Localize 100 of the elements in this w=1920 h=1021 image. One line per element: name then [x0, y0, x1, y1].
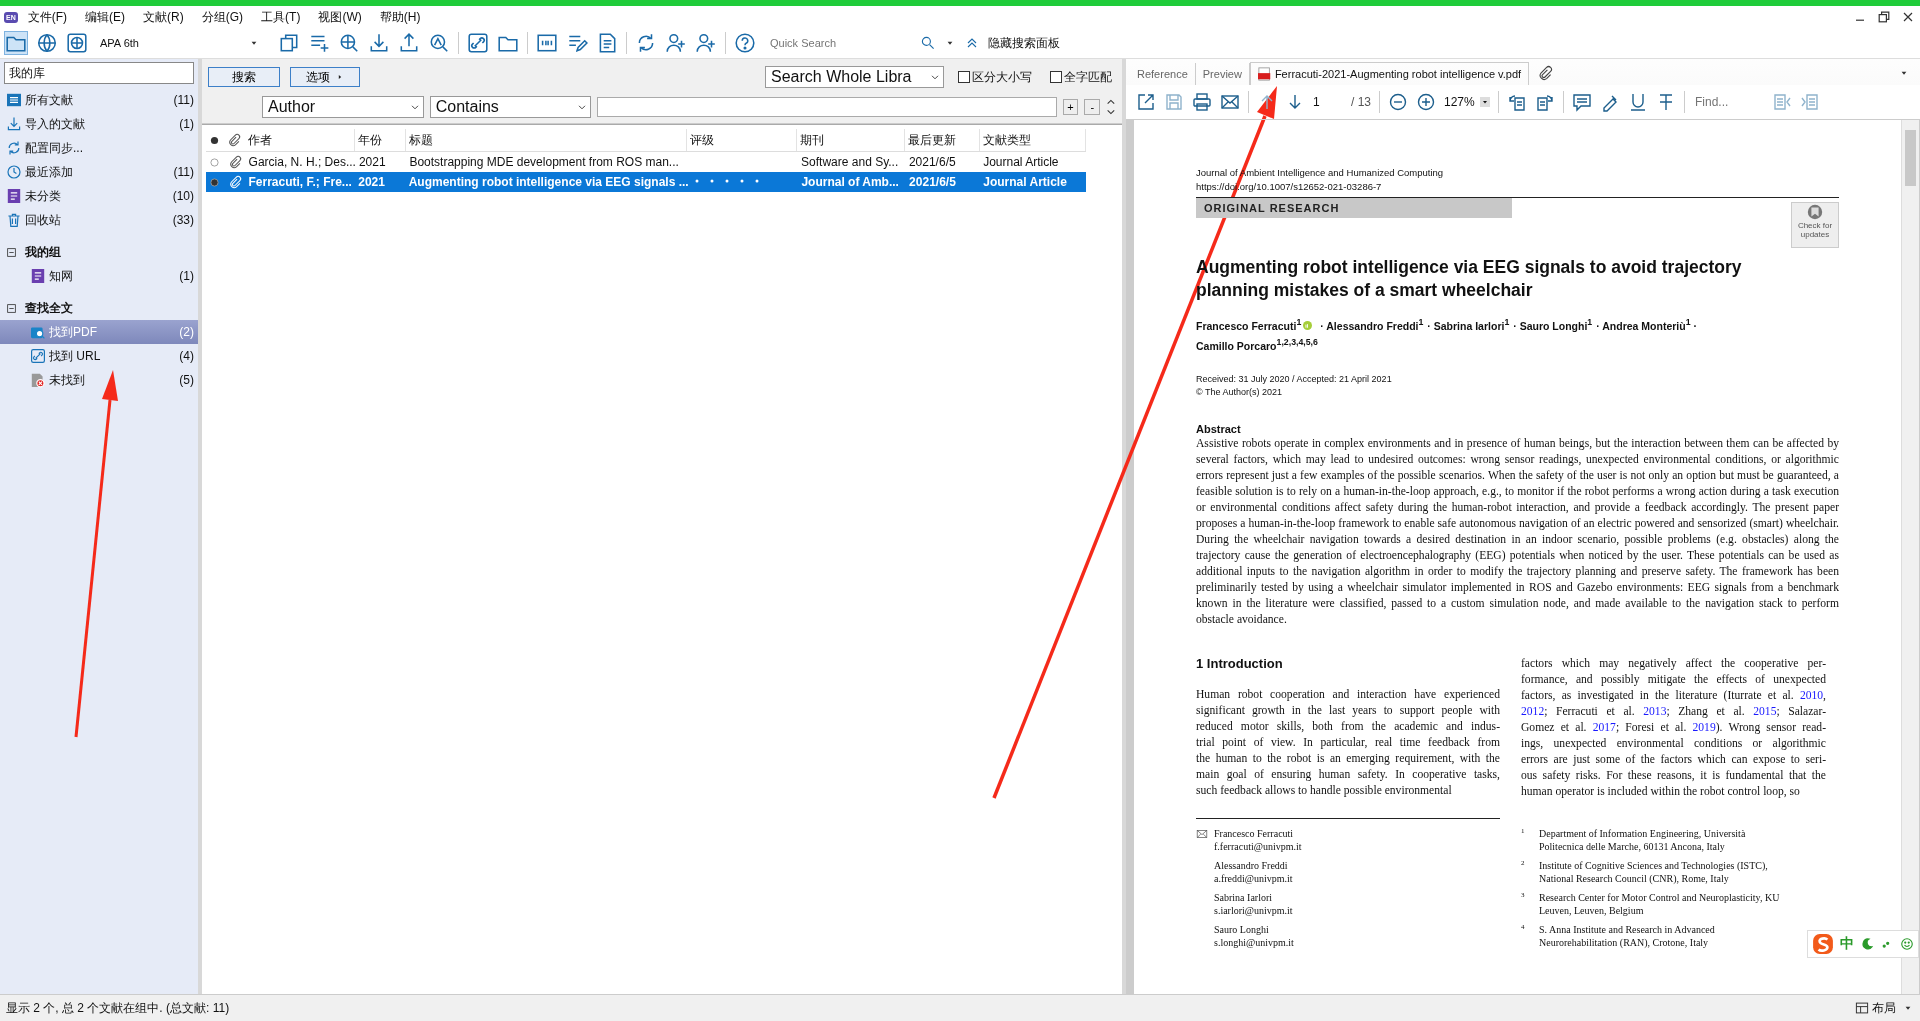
page-number-field[interactable]: 1	[1313, 95, 1343, 109]
tab[interactable]: Preview	[1195, 63, 1250, 85]
link-icon	[30, 348, 46, 364]
search-term-field[interactable]	[597, 97, 1057, 117]
external-link-icon[interactable]	[1136, 92, 1156, 112]
check-updates-badge[interactable]: Check for updates	[1791, 202, 1839, 248]
globe-icon[interactable]	[36, 32, 58, 54]
emoji-icon[interactable]	[1900, 937, 1914, 951]
comment-icon[interactable]	[1572, 92, 1592, 112]
affiliation-text: Research Center for Motor Control and Neuroplasticity, KU Leuven, Leuven, Belgium	[1539, 891, 1781, 917]
zoom-in-icon[interactable]	[1416, 92, 1436, 112]
sidebar-item[interactable]: 找到 URL (4)	[0, 344, 198, 368]
moon-icon[interactable]	[1860, 937, 1874, 951]
operator-dropdown[interactable]: Contains	[429, 96, 592, 118]
table-cell-text: 2021	[357, 155, 387, 169]
print-icon[interactable]	[1192, 92, 1212, 112]
sidebar-item[interactable]: 最近添加 (11)	[0, 160, 198, 184]
column-header[interactable]: 年份	[355, 129, 407, 151]
table-cell-text: Journal of Amb...	[800, 175, 900, 189]
option-checkbox[interactable]: 区分大小写	[958, 68, 1032, 86]
author-name: · Alessandro Freddi$^{1}$	[1320, 316, 1424, 334]
citation-link[interactable]: 2019	[1692, 721, 1716, 734]
copy-icon[interactable]	[278, 32, 300, 54]
scroll-arrows-icon[interactable]	[1106, 97, 1116, 117]
column-header[interactable]: 标题	[406, 129, 688, 151]
zoom-dropdown[interactable]: 127%	[1444, 95, 1490, 109]
import-icon[interactable]	[368, 32, 390, 54]
options-button[interactable]: 选项	[290, 67, 360, 87]
section-heading: 1 Introduction	[1196, 656, 1284, 672]
collapse-icon[interactable]	[6, 302, 17, 314]
tab[interactable]: Ferracuti-2021-Augmenting robot intelligence v.pdf	[1249, 62, 1530, 85]
page-count: / 13	[1351, 95, 1371, 109]
menu-item[interactable]: 文献(R)	[143, 8, 184, 26]
input-method-logo-icon[interactable]	[1812, 933, 1834, 955]
author-name: · Sabrina Iarlori$^{1}$	[1427, 316, 1510, 334]
style-dropdown[interactable]: APA 6th	[96, 33, 264, 53]
menu-item[interactable]: 视图(W)	[318, 8, 362, 26]
citation-link[interactable]: 2017	[1592, 721, 1616, 734]
underline-icon[interactable]	[1628, 92, 1648, 112]
scope-dropdown[interactable]: Search Whole Libra	[765, 66, 944, 88]
sidebar-item[interactable]: 导入的文献 (1)	[0, 112, 198, 136]
input-mode-toggle[interactable]: 中	[1840, 935, 1854, 953]
menu-item[interactable]: 帮助(H)	[379, 8, 421, 26]
export-icon[interactable]	[398, 32, 420, 54]
sidebar-item[interactable]: 所有文献 (11)	[0, 88, 198, 112]
rotate-right-icon[interactable]	[1535, 92, 1555, 112]
author-name: Francesco Ferracuti	[1214, 827, 1295, 840]
folder-icon[interactable]	[4, 31, 28, 55]
layout-button[interactable]: 布局	[1855, 999, 1896, 1017]
hide-search-panel-button[interactable]: 隐藏搜索面板	[988, 34, 1060, 52]
rotate-left-icon[interactable]	[1507, 92, 1527, 112]
column-header[interactable]: 文献类型	[979, 129, 1086, 151]
globe-icon[interactable]	[66, 32, 88, 54]
search-button[interactable]: 搜索	[208, 67, 280, 87]
table-row[interactable]: Garcia, N. H.; Des... 2021 Bootstrapping MDE development from ROS man... Software and Sy... 2021/6/5 Journal Article	[206, 152, 1086, 172]
menu-item[interactable]: 文件(F)	[27, 8, 68, 26]
trash-icon	[6, 212, 22, 228]
table-row[interactable]: Ferracuti, F.; Fre... 2021 Augmenting robot intelligence via EEG signals ... Journal of Amb... 2021/6/5 Journal Article	[206, 172, 1086, 192]
zoom-out-icon[interactable]	[1388, 92, 1408, 112]
add-user-icon[interactable]	[665, 32, 687, 54]
menu-item[interactable]: 工具(T)	[261, 8, 301, 26]
author-name: Alessandro Freddi	[1214, 859, 1289, 872]
menu-item[interactable]: 分组(G)	[201, 8, 244, 26]
scrollbar-thumb[interactable]	[1905, 130, 1916, 186]
help-icon[interactable]	[734, 32, 756, 54]
sidebar-item[interactable]: 配置同步...	[0, 136, 198, 160]
magnifier-icon[interactable]	[428, 32, 450, 54]
column-header[interactable]: 作者	[245, 129, 356, 151]
user-icon[interactable]	[695, 32, 717, 54]
body-paragraph: factors which may negatively affect the cooperative per- formance, and possibly mitigate the effects of unexpected factors, as investigated in the literature (Iturrate et al. 2010, 2012; Ferracuti et al. 2013; Zhang et al. 2015; Salazar- Gomez et al. 2017; Foresi et al. 2019). Wrong sensor read- ings, unexpected environmental conditions or algorithmic errors are just some of the factors which can expose to seri- ous safety risks. For these reasons, it is fundamental that the human operator is included within the robot control loop, so	[1521, 656, 1826, 800]
library-field[interactable]: 我的库	[4, 62, 194, 84]
read-status-icon[interactable]	[210, 135, 220, 145]
tab[interactable]: Reference	[1130, 63, 1196, 85]
sidebar-item[interactable]: 未分类 (10)	[0, 184, 198, 208]
search-icon[interactable]	[920, 35, 936, 51]
sidebar-item[interactable]: 回收站 (33)	[0, 208, 198, 232]
globe-search-icon[interactable]	[338, 32, 360, 54]
attachment-icon[interactable]	[1537, 65, 1554, 81]
column-header[interactable]: 期刊	[797, 129, 906, 151]
layout-icon	[1855, 1001, 1869, 1015]
mail-icon[interactable]	[1220, 92, 1240, 112]
menu-item[interactable]: 编辑(E)	[85, 8, 126, 26]
group-heading[interactable]: 我的组	[25, 243, 61, 261]
option-checkbox[interactable]: 全字匹配	[1050, 68, 1112, 86]
add-row-button[interactable]: +	[1062, 99, 1079, 115]
sidebar-item[interactable]: 未找到 (5)	[0, 368, 198, 392]
remove-row-button[interactable]: -	[1084, 99, 1101, 115]
input-method-bar[interactable]: 中	[1807, 930, 1919, 958]
sidebar-item[interactable]: 知网 (1)	[0, 264, 198, 288]
column-header[interactable]: 最后更新	[905, 129, 980, 151]
table-cell-text: Software and Sy...	[800, 155, 900, 169]
document-error-icon	[30, 372, 46, 388]
quote-icon[interactable]	[536, 32, 558, 54]
restore-icon[interactable]	[1876, 9, 1892, 25]
link-icon[interactable]	[467, 32, 489, 54]
collapse-icon[interactable]	[6, 246, 17, 258]
group-heading[interactable]: 查找全文	[25, 299, 73, 317]
field-dropdown[interactable]: Author	[262, 96, 424, 118]
attachment-icon[interactable]	[227, 133, 242, 147]
column-header[interactable]: 评级	[687, 129, 798, 151]
